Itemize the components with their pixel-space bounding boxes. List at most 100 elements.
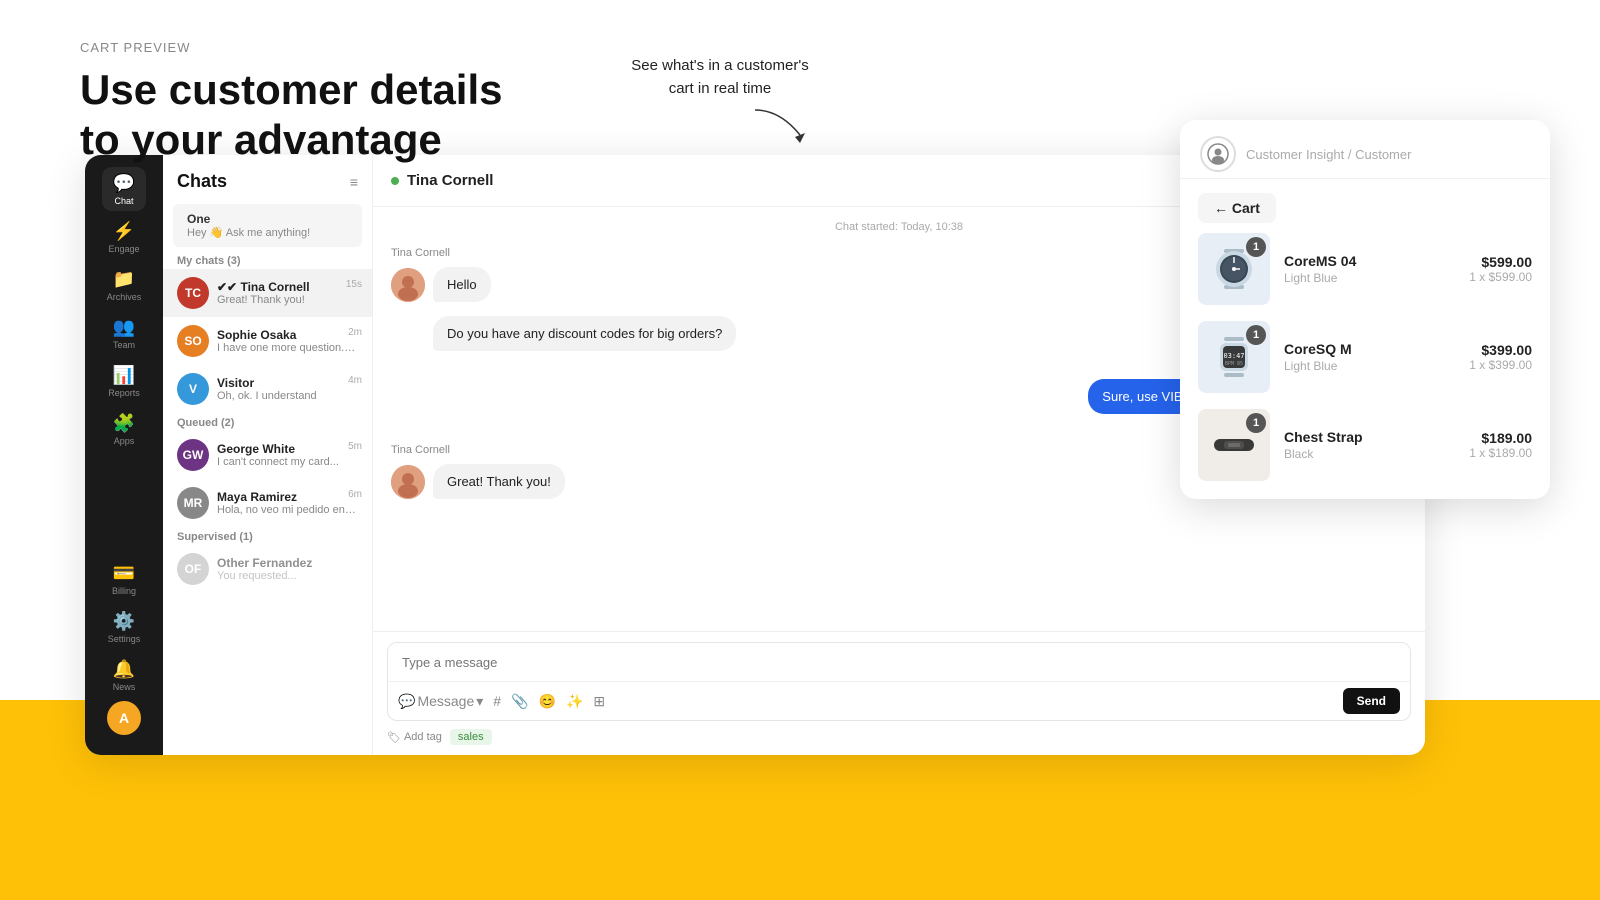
- one-item[interactable]: One Hey 👋 Ask me anything!: [173, 204, 362, 247]
- chat-info-george: George White I can't connect my card...: [217, 442, 358, 468]
- nav-icon-engage[interactable]: ⚡ Engage: [102, 215, 146, 259]
- chat-input-area: 💬 Message ▾ # 📎 😊 ✨ ⊞ Send 🏷: [373, 631, 1425, 755]
- msg-bubble-thanks: Great! Thank you!: [433, 464, 565, 499]
- cart-item-info-cheststrap: Chest Strap Black: [1284, 429, 1455, 461]
- settings-nav-label: Settings: [108, 634, 141, 644]
- msg-bubble-discount: Do you have any discount codes for big o…: [433, 316, 736, 351]
- insight-header: Customer Insight / Customer: [1180, 120, 1550, 179]
- nav-icon-team[interactable]: 👥 Team: [102, 311, 146, 355]
- my-chats-label: My chats (3): [163, 251, 372, 269]
- reports-nav-label: Reports: [108, 388, 140, 398]
- archives-nav-label: Archives: [107, 292, 142, 302]
- chat-avatar-george: GW: [177, 439, 209, 471]
- filter-icon[interactable]: ≡: [350, 174, 358, 190]
- chat-item-supervised[interactable]: OF Other Fernandez You requested...: [163, 545, 372, 593]
- chat-contact-name: Tina Cornell: [407, 172, 493, 189]
- insight-avatar-icon: [1200, 136, 1236, 172]
- cart-item-unit-cheststrap: 1 x $189.00: [1469, 446, 1532, 460]
- attachment-btn[interactable]: 📎: [511, 693, 528, 710]
- chat-message-input[interactable]: [388, 643, 1410, 681]
- chat-input-box: 💬 Message ▾ # 📎 😊 ✨ ⊞ Send: [387, 642, 1411, 721]
- engage-nav-icon: ⚡: [113, 221, 135, 242]
- main-heading: Use customer details to your advantage: [80, 65, 503, 166]
- chat-preview-maya: Hola, no veo mi pedido en la lista...: [217, 504, 358, 516]
- cart-item-img-cheststrap: 1: [1198, 409, 1270, 481]
- msg-bubble-hello: Hello: [433, 267, 491, 302]
- sales-tag-badge[interactable]: sales: [450, 729, 492, 745]
- cart-item-variant-cheststrap: Black: [1284, 447, 1455, 461]
- chat-avatar-sophie: SO: [177, 325, 209, 357]
- team-nav-icon: 👥: [113, 317, 135, 338]
- nav-icon-settings[interactable]: ⚙️ Settings: [102, 605, 146, 649]
- chat-preview-sophie: I have one more question. Could...: [217, 342, 358, 354]
- billing-nav-icon: 💳: [113, 563, 135, 584]
- chat-input-toolbar: 💬 Message ▾ # 📎 😊 ✨ ⊞ Send: [388, 681, 1410, 720]
- cart-item-img-corems: 1: [1198, 233, 1270, 305]
- send-button[interactable]: Send: [1343, 688, 1400, 714]
- nav-icon-reports[interactable]: 📊 Reports: [102, 359, 146, 403]
- annotation: See what's in a customer's cart in real …: [620, 55, 820, 145]
- message-type-btn[interactable]: 💬 Message ▾: [398, 693, 483, 710]
- nav-icon-archives[interactable]: 📁 Archives: [102, 263, 146, 307]
- chat-list-panel: Chats ≡ One Hey 👋 Ask me anything! My ch…: [163, 155, 373, 755]
- nav-icon-apps[interactable]: 🧩 Apps: [102, 407, 146, 451]
- one-item-preview: Hey 👋 Ask me anything!: [187, 226, 348, 239]
- chat-name-tina: ✔✔ Tina Cornell: [217, 280, 358, 294]
- chat-item-tina[interactable]: TC ✔✔ Tina Cornell Great! Thank you! 15s: [163, 269, 372, 317]
- tina-avatar-2: [391, 465, 425, 499]
- cart-item-price-coresq: $399.00: [1469, 342, 1532, 358]
- apps-btn[interactable]: ⊞: [593, 693, 605, 710]
- chat-time-maya: 6m: [348, 489, 362, 500]
- chat-avatar-supervised: OF: [177, 553, 209, 585]
- tag-icon: 🏷: [387, 731, 401, 744]
- hash-btn[interactable]: #: [493, 693, 501, 709]
- left-content: CART PREVIEW Use customer details to you…: [80, 40, 503, 166]
- cart-item-img-coresq: 1 03:47 BPM 85: [1198, 321, 1270, 393]
- emoji-btn[interactable]: 😊: [539, 693, 556, 710]
- engage-nav-label: Engage: [108, 244, 139, 254]
- cart-item-name-corems: CoreMS 04: [1284, 253, 1455, 269]
- user-avatar[interactable]: A: [107, 701, 141, 735]
- chat-item-maya[interactable]: MR Maya Ramirez Hola, no veo mi pedido e…: [163, 479, 372, 527]
- cart-item-price-col-corems: $599.00 1 x $599.00: [1469, 254, 1532, 284]
- cart-item-unit-corems: 1 x $599.00: [1469, 270, 1532, 284]
- apps-nav-label: Apps: [114, 436, 135, 446]
- chat-avatar-tina: TC: [177, 277, 209, 309]
- cart-item-price-col-coresq: $399.00 1 x $399.00: [1469, 342, 1532, 372]
- chat-time-george: 5m: [348, 441, 362, 452]
- chat-info-maya: Maya Ramirez Hola, no veo mi pedido en l…: [217, 490, 358, 516]
- nav-icon-news[interactable]: 🔔 News: [102, 653, 146, 697]
- chat-time-sophie: 2m: [348, 327, 362, 338]
- cart-item-coresq: 1 03:47 BPM 85 CoreSQ M Light Blue $: [1198, 321, 1532, 393]
- chat-info-sophie: Sophie Osaka I have one more question. C…: [217, 328, 358, 354]
- insight-back-button[interactable]: ← Cart: [1198, 193, 1276, 223]
- chat-item-visitor[interactable]: V Visitor Oh, ok. I understand 4m: [163, 365, 372, 413]
- cart-item-price-col-cheststrap: $189.00 1 x $189.00: [1469, 430, 1532, 460]
- cart-item-name-coresq: CoreSQ M: [1284, 341, 1455, 357]
- cart-preview-label: CART PREVIEW: [80, 40, 503, 55]
- chat-name-sophie: Sophie Osaka: [217, 328, 358, 342]
- chat-avatar-visitor: V: [177, 373, 209, 405]
- chat-list-title: Chats: [177, 171, 227, 192]
- cart-item-name-cheststrap: Chest Strap: [1284, 429, 1455, 445]
- insight-panel: Customer Insight / Customer ← Cart 1: [1180, 120, 1550, 499]
- billing-nav-label: Billing: [112, 586, 136, 596]
- magic-btn[interactable]: ✨: [566, 693, 583, 710]
- chat-item-sophie[interactable]: SO Sophie Osaka I have one more question…: [163, 317, 372, 365]
- insight-breadcrumb: Customer Insight / Customer: [1246, 147, 1411, 162]
- add-tag-button[interactable]: 🏷 Add tag: [387, 731, 442, 744]
- tina-avatar-1: [391, 268, 425, 302]
- nav-icon-billing[interactable]: 💳 Billing: [102, 557, 146, 601]
- nav-icon-chat[interactable]: 💬 Chat: [102, 167, 146, 211]
- chat-info-visitor: Visitor Oh, ok. I understand: [217, 376, 358, 402]
- chat-preview-george: I can't connect my card...: [217, 456, 358, 468]
- news-nav-label: News: [113, 682, 136, 692]
- cart-item-price-cheststrap: $189.00: [1469, 430, 1532, 446]
- archives-nav-icon: 📁: [113, 269, 135, 290]
- chat-item-george[interactable]: GW George White I can't connect my card.…: [163, 431, 372, 479]
- settings-nav-icon: ⚙️: [113, 611, 135, 632]
- cart-item-cheststrap: 1 Chest Strap Black $189.00 1 x $189.00: [1198, 409, 1532, 481]
- chat-name-george: George White: [217, 442, 358, 456]
- chat-header-left: Tina Cornell: [391, 172, 493, 189]
- chat-nav-icon: 💬: [113, 173, 135, 194]
